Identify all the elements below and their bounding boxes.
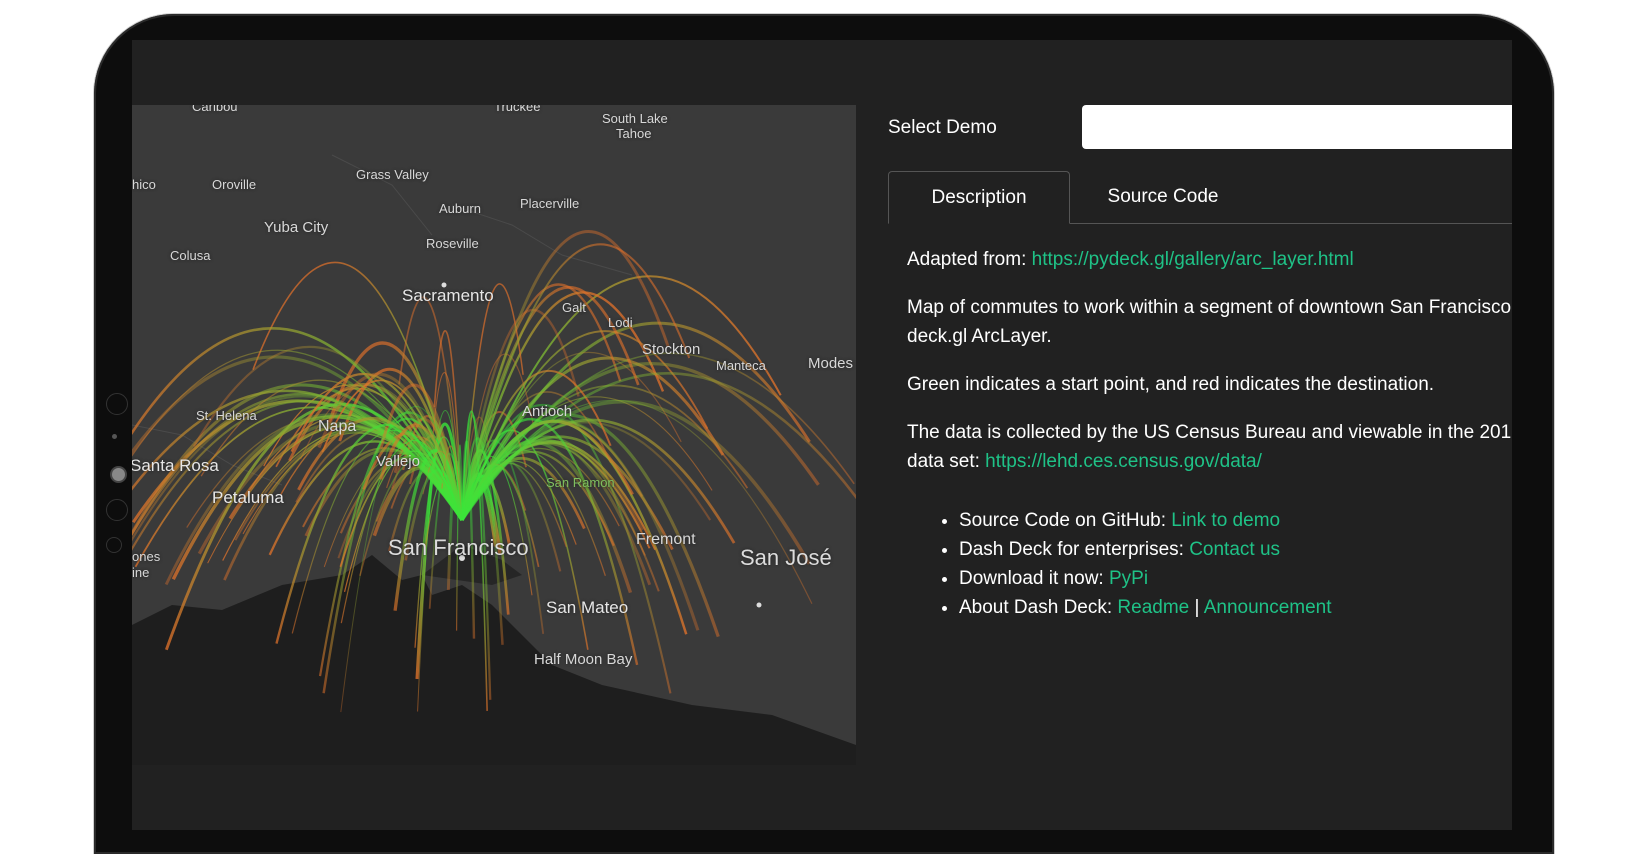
map-label-san-francisco: San Francisco [388,535,529,560]
list-item-github: Source Code on GitHub: Link to demo [959,506,1512,535]
map-label-lodi: Lodi [608,315,633,330]
map-label-sacramento: Sacramento [402,286,494,305]
map-label-petaluma: Petaluma [212,488,284,507]
readme-link[interactable]: Readme [1117,597,1189,618]
about-label: About Dash Deck: [959,597,1113,618]
announcement-link[interactable]: Announcement [1204,597,1332,618]
contact-us-link[interactable]: Contact us [1189,539,1280,560]
map-label-chico: hico [132,177,156,192]
list-item-download: Download it now: PyPi [959,564,1512,593]
select-demo-dropdown[interactable] [1082,105,1512,149]
map-label-half-moon-bay: Half Moon Bay [534,651,633,668]
map-label-colusa: Colusa [170,248,211,263]
control-panel: Select Demo Description Source Code Adap… [888,105,1512,785]
map-label-truckee: Truckee [494,105,541,114]
map-label-galt: Galt [562,300,586,315]
data-source-description: The data is collected by the US Census B… [907,418,1512,476]
github-label: Source Code on GitHub: [959,510,1167,531]
map-label-san-jose: San José [740,545,832,570]
side-button-icon [106,393,128,415]
side-button-2-icon [106,499,128,521]
map-label-antioch: Antioch [522,403,573,420]
tab-source-code[interactable]: Source Code [1078,171,1248,223]
select-demo-row: Select Demo [888,105,1512,149]
data-link[interactable]: https://lehd.ces.census.gov/data/ [985,451,1262,472]
map-label-roseville: Roseville [426,236,479,251]
map-label-caribou: Caribou [192,105,238,114]
map-label-tahoe: Tahoe [616,126,652,141]
link-to-demo[interactable]: Link to demo [1171,510,1280,531]
map-label-modesto: Modes [808,355,854,372]
map-label-oroville: Oroville [212,177,257,192]
map-label-st-helena: St. Helena [196,408,257,423]
map-canvas[interactable] [132,105,856,765]
adapted-from-text: Adapted from: https://pydeck.gl/gallery/… [907,245,1512,274]
map-label-manteca: Manteca [716,358,766,373]
data-prefix: data set: [907,451,980,472]
enterprise-label: Dash Deck for enterprises: [959,539,1184,560]
map-label-napa: Napa [318,418,357,435]
description-content: Adapted from: https://pydeck.gl/gallery/… [907,245,1512,622]
side-button-3-icon [106,537,122,553]
map-label-ine: ine [132,565,150,580]
map-label-auburn: Auburn [439,201,481,216]
map-label-fremont: Fremont [636,531,696,548]
map-line-2: deck.gl ArcLayer. [907,326,1052,347]
side-toggle-icon [110,466,127,483]
download-label: Download it now: [959,568,1104,589]
map-label-stockton: Stockton [642,341,701,358]
list-item-about: About Dash Deck: Readme | Announcement [959,593,1512,622]
map-label-placerville: Placerville [520,196,580,211]
adapted-link[interactable]: https://pydeck.gl/gallery/arc_layer.html [1032,249,1354,270]
list-item-enterprise: Dash Deck for enterprises: Contact us [959,535,1512,564]
map-label-grass-valley: Grass Valley [356,167,429,182]
tab-description[interactable]: Description [888,171,1070,224]
tab-bar: Description Source Code [888,171,1512,224]
legend-description: Green indicates a start point, and red i… [907,374,1435,395]
arc-layer-map[interactable]: Caribou Truckee South Lake Tahoe hico Or… [132,105,856,765]
map-label-south-lake: South Lake [602,111,668,126]
resource-links-list: Source Code on GitHub: Link to demo Dash… [907,506,1512,622]
app-screen: Caribou Truckee South Lake Tahoe hico Or… [132,40,1512,830]
side-dot-icon [112,434,117,439]
map-label-san-mateo: San Mateo [546,598,629,617]
adapted-prefix: Adapted from: [907,249,1027,270]
map-label-santa-rosa: Santa Rosa [132,456,219,475]
map-label-jones: ones [132,549,161,564]
pypi-link[interactable]: PyPi [1109,568,1148,589]
select-demo-label: Select Demo [888,117,997,138]
map-label-yuba-city: Yuba City [264,219,329,236]
map-label-san-ramon: San Ramon [546,475,615,490]
map-label-vallejo: Vallejo [376,453,420,470]
map-line-1: Map of commutes to work within a segment… [907,297,1512,318]
link-separator: | [1194,597,1200,618]
map-description: Map of commutes to work within a segment… [907,293,1512,351]
data-line-1: The data is collected by the US Census B… [907,422,1512,443]
